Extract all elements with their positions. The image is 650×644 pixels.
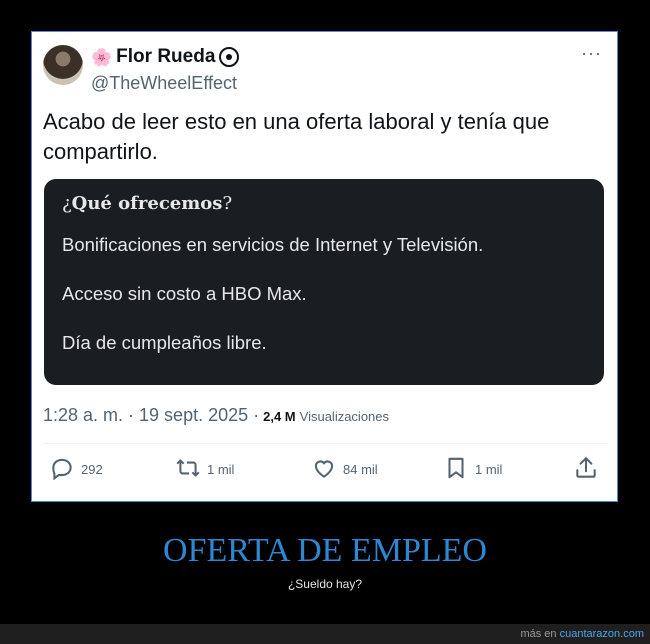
card-title-prefix: ¿	[62, 193, 72, 214]
heart-icon	[311, 455, 337, 484]
caption-headline: OFERTA DE EMPLEO	[163, 532, 487, 569]
display-name[interactable]: Flor Rueda	[116, 46, 215, 68]
bookmark-icon	[443, 455, 469, 484]
divider	[43, 443, 606, 444]
more-options-icon[interactable]: ···	[581, 43, 602, 64]
reply-count: 292	[81, 462, 103, 477]
like-count: 84 mil	[343, 462, 378, 477]
reply-icon	[49, 455, 75, 484]
card-title-suffix: ?	[222, 193, 233, 214]
retweet-button[interactable]: 1 mil	[175, 455, 234, 484]
tweet-screenshot-frame: 🌸 Flor Rueda @TheWheelEffect ··· Acabo d…	[31, 31, 618, 502]
share-button[interactable]	[573, 455, 599, 484]
footer-bar: más en cuantarazon.com	[0, 624, 650, 644]
reply-button[interactable]: 292	[49, 455, 103, 484]
card-line: Acceso sin costo a HBO Max.	[62, 283, 307, 304]
action-bar: 292 1 mil 84 mil 1 mil	[45, 455, 605, 485]
tweet-meta: 1:28 a. m. · 19 sept. 2025 · 2,4 M Visua…	[43, 405, 389, 426]
site-link[interactable]: cuantarazon.com	[560, 628, 644, 640]
retweet-icon	[175, 455, 201, 484]
bookmark-button[interactable]: 1 mil	[443, 455, 502, 484]
card-title: ¿Qué ofrecemos?	[62, 193, 586, 214]
quoted-image-card[interactable]: ¿Qué ofrecemos? Bonificaciones en servic…	[44, 179, 604, 385]
footer-text: más en cuantarazon.com	[520, 628, 644, 640]
caption-subtitle: ¿Sueldo hay?	[287, 577, 363, 591]
footer-prefix: más en	[520, 628, 557, 640]
card-line: Día de cumpleaños libre.	[62, 332, 267, 353]
user-handle[interactable]: @TheWheelEffect	[91, 73, 237, 94]
share-icon	[573, 455, 599, 484]
wheel-icon	[219, 47, 240, 67]
tweet: 🌸 Flor Rueda @TheWheelEffect ··· Acabo d…	[35, 35, 614, 498]
like-button[interactable]: 84 mil	[311, 455, 378, 484]
views-label: Visualizaciones	[299, 409, 390, 424]
card-title-bold: Qué ofrecemos	[71, 193, 223, 214]
retweet-count: 1 mil	[207, 462, 235, 477]
tweet-text: Acabo de leer esto en una oferta laboral…	[43, 109, 550, 164]
author-name-row: 🌸 Flor Rueda	[91, 46, 240, 68]
views-count: 2,4 M	[263, 409, 296, 424]
bookmark-count: 1 mil	[475, 462, 503, 477]
timestamp[interactable]: 1:28 a. m. · 19 sept. 2025 ·	[43, 405, 259, 426]
card-line: Bonificaciones en servicios de Internet …	[62, 234, 484, 255]
flower-emoji-icon: 🌸	[91, 47, 113, 67]
avatar[interactable]	[43, 45, 83, 85]
